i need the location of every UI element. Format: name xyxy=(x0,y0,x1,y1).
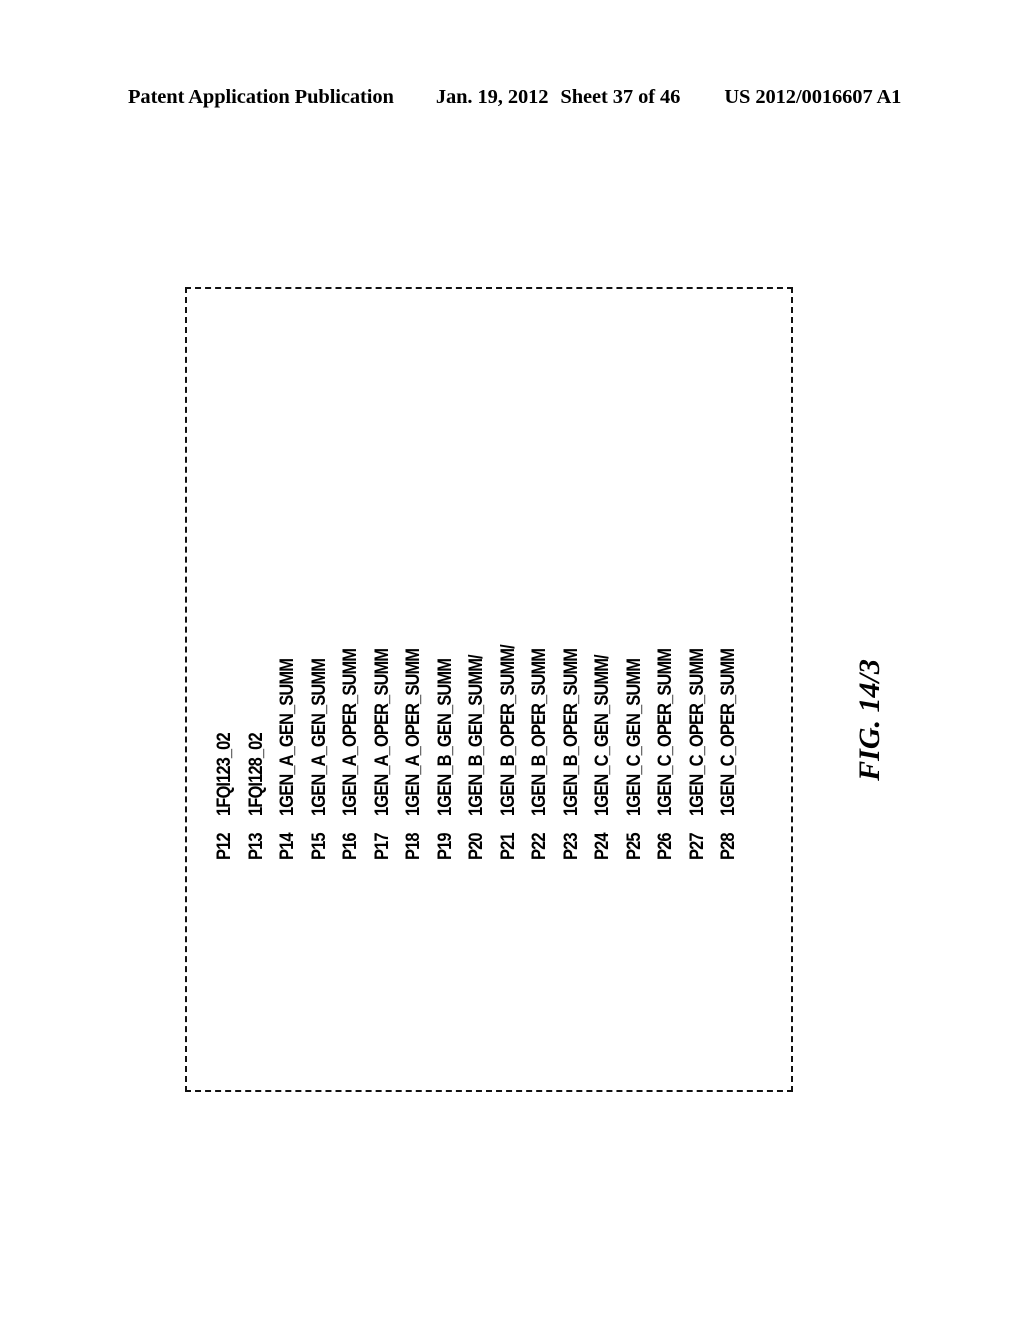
figure-caption: FIG. 14/3 xyxy=(795,645,945,795)
figure-caption-text: FIG. 14/3 xyxy=(853,659,886,781)
tag-row-id: P28 xyxy=(717,832,739,860)
figure-area: P12 1FQI123_02 P13 1FQI128_02 P14 1GEN_A_GEN_… xyxy=(0,0,1024,1320)
tag-list-container: P12 1FQI123_02 P13 1FQI128_02 P14 1GEN_A_GEN_… xyxy=(185,287,793,1092)
tag-row: P28 1GEN_C_OPER_SUMM xyxy=(710,520,747,860)
tag-list: P12 1FQI123_02 P13 1FQI128_02 P14 1GEN_A_GEN_… xyxy=(209,520,769,860)
tag-row-name: 1GEN_C_OPER_SUMM xyxy=(717,648,739,816)
